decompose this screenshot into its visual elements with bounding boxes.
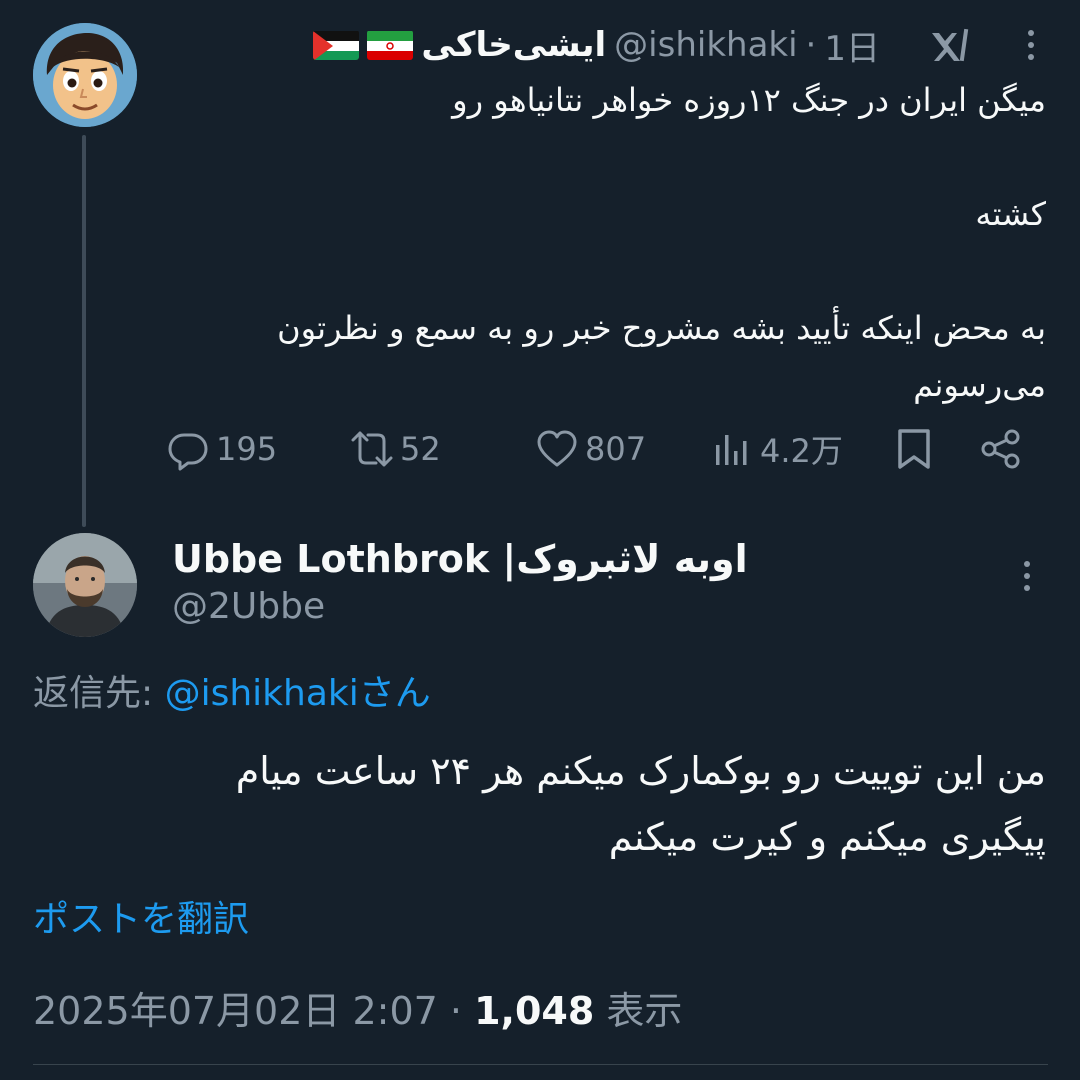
avatar[interactable] [33,23,137,127]
tweet-text-line: به محض اینکه تأیید بشه مشروح خبر رو به س… [277,309,1046,347]
more-options-icon[interactable] [1026,25,1036,65]
tweet-time[interactable]: 1日 [824,21,880,70]
heart-icon [537,430,577,467]
reply-to-label: 返信先: [33,673,165,714]
thread-connector-line [82,135,86,527]
reply-to-mention-link[interactable]: @ishikhakiさん [165,673,431,714]
grok-icon[interactable] [928,23,972,67]
tweet-timestamp[interactable]: 2025年07月02日 2:07 [33,989,438,1033]
tweet-meta: 2025年07月02日 2:07 · 1,048 表示 [33,980,682,1035]
retweet-count: 52 [400,430,441,468]
avatar[interactable] [33,533,137,637]
author-handle[interactable]: @ishikhaki [614,25,797,65]
reply-author-name[interactable]: Ubbe Lothbrok |اوبه لاثبروک [172,530,748,588]
reply-to-line: 返信先: @ishikhakiさん [33,664,431,716]
separator-dot: · [805,25,817,65]
tweet-text-line: پیگیری میکنم و کیرت میکنم [608,815,1046,859]
author-name[interactable]: ایشی‌خاکی [421,25,606,65]
more-options-icon[interactable] [1022,556,1032,596]
views-button[interactable]: 4.2万 [710,422,843,476]
tweet-text-line: میگن ایران در جنگ ۱۲روزه خواهر نتانیاهو … [452,81,1046,119]
palestine-flag-icon [313,30,360,60]
retweet-icon [351,431,393,467]
translate-post-link[interactable]: ポストを翻訳 [33,890,249,942]
tweet-text-line: من این توییت رو بوکمارک میکنم هر ۲۴ ساعت… [235,749,1046,793]
reply-count: 195 [216,430,278,468]
bookmark-button[interactable] [892,422,936,476]
like-count: 807 [585,430,647,468]
avatar-cartoon-image [33,23,137,127]
tweet-text-line: کشته [975,195,1046,233]
share-button[interactable] [979,422,1023,476]
view-count: 4.2万 [760,432,843,470]
separator-dot: · [437,989,475,1033]
views-count: 1,048 [474,989,595,1033]
tweet-text-line: می‌رسونم [913,366,1046,404]
analytics-icon [716,435,747,465]
reply-tweet-text: من این توییت رو بوکمارک میکنم هر ۲۴ ساعت… [46,738,1046,870]
divider [33,1064,1048,1065]
views-label: 表示 [594,989,683,1033]
reply-author-handle[interactable]: @2Ubbe [172,586,325,627]
parent-tweet-header: ایشی‌خاکی @ishikhaki · 1日 [313,21,1036,70]
iran-flag-icon [367,30,414,60]
share-icon [981,429,1020,469]
avatar-photo-image [33,533,137,637]
parent-tweet-text: میگن ایران در جنگ ۱۲روزه خواهر نتانیاهو … [166,72,1046,414]
reply-button[interactable]: 195 [166,422,277,476]
bookmark-icon [898,429,930,469]
reply-icon [168,433,208,471]
like-button[interactable]: 807 [535,422,646,476]
retweet-button[interactable]: 52 [350,422,441,476]
